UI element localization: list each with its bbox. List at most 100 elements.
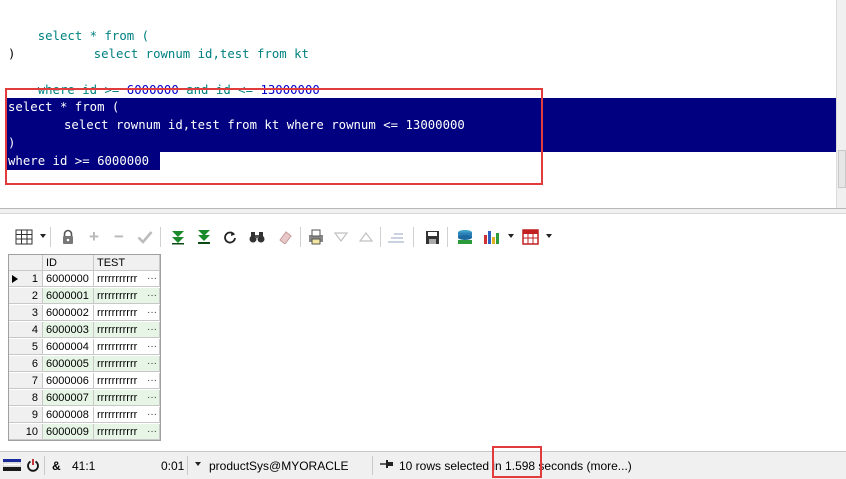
row-number-label: 1 bbox=[31, 273, 38, 285]
binoculars-icon[interactable] bbox=[247, 227, 267, 247]
code-line: select rownum id,test from kt bbox=[93, 47, 309, 61]
row-number[interactable]: 9 bbox=[9, 407, 43, 423]
status-bar: & 41:1 0:01 productSys@MYORACLE 10 rows … bbox=[0, 451, 846, 479]
cell-expand-button[interactable]: ··· bbox=[147, 373, 157, 388]
toolbar-separator bbox=[160, 227, 161, 247]
export-icon[interactable] bbox=[455, 227, 475, 247]
cell-test-value: rrrrrrrrrrr bbox=[97, 426, 138, 438]
code-line: where id >= 6000000 and id <= 13000000 bbox=[37, 83, 320, 97]
flag-icon bbox=[2, 457, 22, 473]
power-icon[interactable] bbox=[26, 458, 40, 474]
cursor-position: 41:1 bbox=[72, 459, 96, 473]
chevron-down-icon[interactable] bbox=[546, 234, 552, 238]
row-number-label: 5 bbox=[31, 341, 38, 353]
cell-expand-button[interactable]: ··· bbox=[147, 305, 157, 320]
cell-id[interactable]: 6000007 bbox=[43, 390, 94, 406]
row-number[interactable]: 2 bbox=[9, 288, 43, 304]
row-number[interactable]: 6 bbox=[9, 356, 43, 372]
cell-id[interactable]: 6000005 bbox=[43, 356, 94, 372]
cell-test[interactable]: rrrrrrrrrrr ··· bbox=[94, 322, 160, 338]
row-number[interactable]: 7 bbox=[9, 373, 43, 389]
minus-icon[interactable]: − bbox=[109, 227, 129, 247]
cell-test-value: rrrrrrrrrrr bbox=[97, 341, 138, 353]
row-number[interactable]: 5 bbox=[9, 339, 43, 355]
cell-id[interactable]: 6000003 bbox=[43, 322, 94, 338]
row-number[interactable]: 4 bbox=[9, 322, 43, 338]
row-number[interactable]: 8 bbox=[9, 390, 43, 406]
pin-icon bbox=[380, 458, 394, 474]
cell-test[interactable]: rrrrrrrrrrr ··· bbox=[94, 407, 160, 423]
toolbar-separator bbox=[447, 227, 448, 247]
lock-icon[interactable] bbox=[58, 227, 78, 247]
cell-test[interactable]: rrrrrrrrrrr ··· bbox=[94, 288, 160, 304]
amp-indicator: & bbox=[52, 459, 61, 473]
refresh-icon[interactable] bbox=[220, 227, 240, 247]
toolbar-separator bbox=[50, 227, 51, 247]
column-header-test[interactable]: TEST bbox=[94, 255, 160, 271]
cell-id[interactable]: 6000006 bbox=[43, 373, 94, 389]
cell-test-value: rrrrrrrrrrr bbox=[97, 324, 138, 336]
fetch-next-icon[interactable] bbox=[168, 227, 188, 247]
row-number-label: 2 bbox=[31, 290, 38, 302]
cell-id[interactable]: 6000002 bbox=[43, 305, 94, 321]
chart-icon[interactable] bbox=[481, 227, 501, 247]
toolbar-separator bbox=[300, 227, 301, 247]
triangle-up-icon[interactable] bbox=[356, 227, 376, 247]
cell-id[interactable]: 6000009 bbox=[43, 424, 94, 440]
cell-expand-button[interactable]: ··· bbox=[147, 407, 157, 422]
elapsed-time: 0:01 bbox=[161, 459, 185, 473]
cell-test-value: rrrrrrrrrrr bbox=[97, 375, 138, 387]
cell-test[interactable]: rrrrrrrrrrr ··· bbox=[94, 390, 160, 406]
print-icon[interactable] bbox=[306, 227, 326, 247]
cell-expand-button[interactable]: ··· bbox=[147, 390, 157, 405]
cell-expand-button[interactable]: ··· bbox=[147, 322, 157, 337]
table-icon[interactable] bbox=[520, 227, 540, 247]
scrollbar-thumb[interactable] bbox=[838, 150, 846, 188]
cell-id[interactable]: 6000004 bbox=[43, 339, 94, 355]
chevron-down-icon[interactable] bbox=[40, 234, 46, 238]
cell-test-value: rrrrrrrrrrr bbox=[97, 290, 138, 302]
result-grid[interactable]: ID TEST 1 6000000 rrrrrrrrrrr ··· 2 6000001 rr… bbox=[8, 254, 161, 441]
cell-expand-button[interactable]: ··· bbox=[147, 356, 157, 371]
cell-expand-button[interactable]: ··· bbox=[147, 339, 157, 354]
row-number[interactable]: 1 bbox=[9, 271, 43, 287]
cell-test[interactable]: rrrrrrrrrrr ··· bbox=[94, 424, 160, 440]
save-icon[interactable] bbox=[422, 227, 442, 247]
chevron-down-icon[interactable] bbox=[508, 234, 514, 238]
grid-icon[interactable] bbox=[14, 227, 34, 247]
eraser-icon[interactable] bbox=[275, 227, 295, 247]
cell-test-value: rrrrrrrrrrr bbox=[97, 273, 138, 285]
pane-splitter[interactable] bbox=[0, 208, 846, 214]
row-number[interactable]: 10 bbox=[9, 424, 43, 440]
cell-expand-button[interactable]: ··· bbox=[147, 424, 157, 439]
fetch-all-icon[interactable] bbox=[194, 227, 214, 247]
cell-id[interactable]: 6000001 bbox=[43, 288, 94, 304]
triangle-down-icon[interactable] bbox=[331, 227, 351, 247]
cell-test[interactable]: rrrrrrrrrrr ··· bbox=[94, 305, 160, 321]
connection-dropdown-icon[interactable] bbox=[195, 462, 201, 478]
code-line: ) bbox=[8, 47, 16, 61]
column-header-id[interactable]: ID bbox=[43, 255, 94, 271]
cell-expand-button[interactable]: ··· bbox=[147, 288, 157, 303]
sql-editor[interactable]: select * from ( select rownum id,test fr… bbox=[0, 0, 846, 208]
editor-scrollbar[interactable] bbox=[836, 0, 846, 208]
cell-test[interactable]: rrrrrrrrrrr ··· bbox=[94, 356, 160, 372]
status-separator bbox=[44, 456, 45, 475]
cell-expand-button[interactable]: ··· bbox=[147, 271, 157, 286]
connection-name[interactable]: productSys@MYORACLE bbox=[209, 458, 349, 474]
row-number-label: 8 bbox=[31, 392, 38, 404]
wizard-icon[interactable] bbox=[386, 227, 406, 247]
cell-id[interactable]: 6000008 bbox=[43, 407, 94, 423]
check-icon[interactable] bbox=[135, 227, 155, 247]
cell-test-value: rrrrrrrrrrr bbox=[97, 307, 138, 319]
cell-test[interactable]: rrrrrrrrrrr ··· bbox=[94, 339, 160, 355]
plus-icon[interactable]: + bbox=[84, 227, 104, 247]
cell-test[interactable]: rrrrrrrrrrr ··· bbox=[94, 373, 160, 389]
cell-test-value: rrrrrrrrrrr bbox=[97, 358, 138, 370]
cell-id[interactable]: 6000000 bbox=[43, 271, 94, 287]
code-line: select * from ( bbox=[37, 29, 150, 43]
cell-test[interactable]: rrrrrrrrrrr ··· bbox=[94, 271, 160, 287]
row-number-label: 7 bbox=[31, 375, 38, 387]
row-number[interactable]: 3 bbox=[9, 305, 43, 321]
grid-corner bbox=[9, 255, 43, 271]
